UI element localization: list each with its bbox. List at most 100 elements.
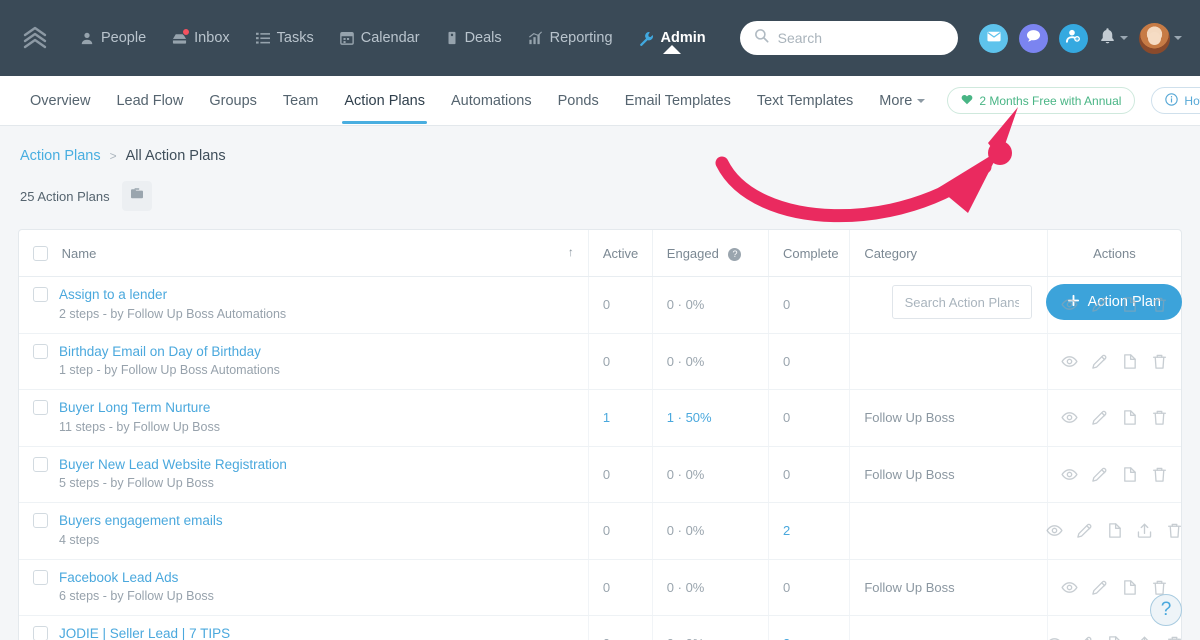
column-name[interactable]: Name ↑	[19, 230, 589, 278]
column-engaged[interactable]: Engaged ?	[652, 230, 769, 278]
app-root: People Inbox Tasks Calendar Deals Report…	[0, 0, 1200, 640]
nav-item-calendar[interactable]: Calendar	[328, 22, 432, 54]
nav-item-inbox[interactable]: Inbox	[160, 22, 241, 54]
eye-icon[interactable]	[1046, 522, 1063, 539]
trash-icon[interactable]	[1151, 466, 1168, 483]
tab-overview[interactable]: Overview	[18, 78, 102, 124]
trash-icon[interactable]	[1166, 635, 1181, 640]
copy-icon[interactable]	[1121, 466, 1138, 483]
promo-badge[interactable]: 2 Months Free with Annual	[947, 87, 1136, 114]
copy-icon[interactable]	[1121, 353, 1138, 370]
pencil-icon[interactable]	[1091, 579, 1108, 596]
action-plan-name[interactable]: Buyers engagement emails	[59, 513, 223, 530]
nav-item-tasks[interactable]: Tasks	[244, 22, 326, 54]
trash-icon[interactable]	[1151, 296, 1168, 313]
cell-active: 0	[588, 333, 653, 391]
chat-button[interactable]	[1019, 23, 1048, 53]
add-contact-button[interactable]	[1059, 23, 1088, 53]
eye-icon[interactable]	[1061, 296, 1078, 313]
row-checkbox[interactable]	[33, 287, 48, 303]
tab-team[interactable]: Team	[271, 78, 330, 124]
nav-item-admin[interactable]: Admin	[627, 22, 718, 54]
info-circle-icon	[1165, 92, 1179, 109]
nav-item-reporting[interactable]: Reporting	[516, 22, 625, 54]
pencil-icon[interactable]	[1076, 635, 1093, 640]
notifications-button[interactable]	[1099, 27, 1128, 50]
search-action-plans[interactable]	[891, 285, 1032, 319]
copy-icon[interactable]	[1121, 409, 1138, 426]
tab-lead-flow[interactable]: Lead Flow	[104, 78, 195, 124]
search-input[interactable]	[777, 30, 944, 46]
action-plan-name[interactable]: Assign to a lender	[59, 287, 286, 304]
complete-count[interactable]: 2	[783, 636, 790, 640]
search-action-plans-input[interactable]	[904, 294, 1019, 310]
pencil-icon[interactable]	[1091, 353, 1108, 370]
table-row[interactable]: Buyer New Lead Website Registration 5 st…	[19, 446, 1181, 504]
share-icon[interactable]	[1136, 522, 1153, 539]
eye-icon[interactable]	[1061, 579, 1078, 596]
active-count[interactable]: 1	[603, 410, 610, 425]
action-plan-name[interactable]: JODIE | Seller Lead | 7 TIPS	[59, 626, 230, 640]
table-row[interactable]: JODIE | Seller Lead | 7 TIPS 6 steps - b…	[19, 615, 1181, 640]
copy-icon[interactable]	[1121, 296, 1138, 313]
email-button[interactable]	[979, 23, 1008, 53]
table-row[interactable]: Buyer Long Term Nurture 11 steps - by Fo…	[19, 389, 1181, 447]
table-row[interactable]: Birthday Email on Day of Birthday 1 step…	[19, 333, 1181, 391]
select-all-checkbox[interactable]	[33, 246, 48, 262]
row-checkbox[interactable]	[33, 343, 48, 359]
question-circle-icon[interactable]: ?	[728, 247, 742, 261]
tab-more[interactable]: More	[867, 78, 937, 124]
breadcrumb-parent[interactable]: Action Plans	[20, 148, 101, 164]
global-search[interactable]	[739, 21, 958, 55]
action-plan-name[interactable]: Birthday Email on Day of Birthday	[59, 344, 280, 361]
complete-count[interactable]: 2	[783, 523, 790, 538]
row-checkbox[interactable]	[33, 569, 48, 585]
sort-indicator[interactable]: ↑	[568, 245, 574, 259]
inbox-unread-badge	[182, 28, 191, 36]
chevrons-up-logo[interactable]	[18, 21, 52, 55]
row-checkbox[interactable]	[33, 626, 48, 640]
tab-groups[interactable]: Groups	[197, 78, 269, 124]
trash-icon[interactable]	[1166, 522, 1181, 539]
table-row[interactable]: Facebook Lead Ads 6 steps - by Follow Up…	[19, 559, 1181, 617]
row-checkbox[interactable]	[33, 400, 48, 416]
help-button[interactable]: ?	[1150, 594, 1182, 626]
tab-email-templates[interactable]: Email Templates	[613, 78, 743, 124]
trash-icon[interactable]	[1151, 409, 1168, 426]
pencil-icon[interactable]	[1076, 522, 1093, 539]
nav-item-people[interactable]: People	[68, 22, 158, 54]
how-action-plans-work-button[interactable]: How Action Plans work	[1151, 87, 1200, 114]
pencil-icon[interactable]	[1091, 409, 1108, 426]
row-checkbox[interactable]	[33, 513, 48, 529]
user-menu[interactable]	[1139, 22, 1182, 54]
copy-icon[interactable]	[1121, 579, 1138, 596]
pencil-icon[interactable]	[1091, 466, 1108, 483]
tab-ponds[interactable]: Ponds	[546, 78, 611, 124]
cell-engaged: 0 · 0%	[652, 559, 769, 617]
eye-icon[interactable]	[1061, 466, 1078, 483]
column-engaged-label: Engaged	[666, 245, 719, 261]
column-active[interactable]: Active	[588, 230, 653, 278]
copy-icon[interactable]	[1106, 635, 1123, 640]
tab-text-templates[interactable]: Text Templates	[745, 78, 865, 124]
copy-icon[interactable]	[1106, 522, 1123, 539]
row-checkbox[interactable]	[33, 456, 48, 472]
nav-item-deals[interactable]: Deals	[434, 22, 514, 54]
table-row[interactable]: Buyers engagement emails 4 steps 0 0 · 0…	[19, 502, 1181, 560]
share-icon[interactable]	[1136, 635, 1153, 640]
action-plan-name[interactable]: Facebook Lead Ads	[59, 570, 214, 587]
tab-automations[interactable]: Automations	[439, 78, 544, 124]
action-plan-name[interactable]: Buyer Long Term Nurture	[59, 400, 220, 417]
engaged-count[interactable]: 1 · 50%	[667, 410, 712, 425]
eye-icon[interactable]	[1061, 409, 1078, 426]
tab-action-plans[interactable]: Action Plans	[332, 78, 437, 124]
action-plan-name[interactable]: Buyer New Lead Website Registration	[59, 457, 287, 474]
complete-count: 0	[782, 410, 791, 426]
column-complete[interactable]: Complete	[768, 230, 851, 278]
pencil-icon[interactable]	[1091, 296, 1108, 313]
eye-icon[interactable]	[1061, 353, 1078, 370]
column-category[interactable]: Category	[849, 230, 1048, 278]
eye-icon[interactable]	[1046, 635, 1063, 640]
trash-icon[interactable]	[1151, 353, 1168, 370]
folder-button[interactable]	[121, 181, 152, 211]
